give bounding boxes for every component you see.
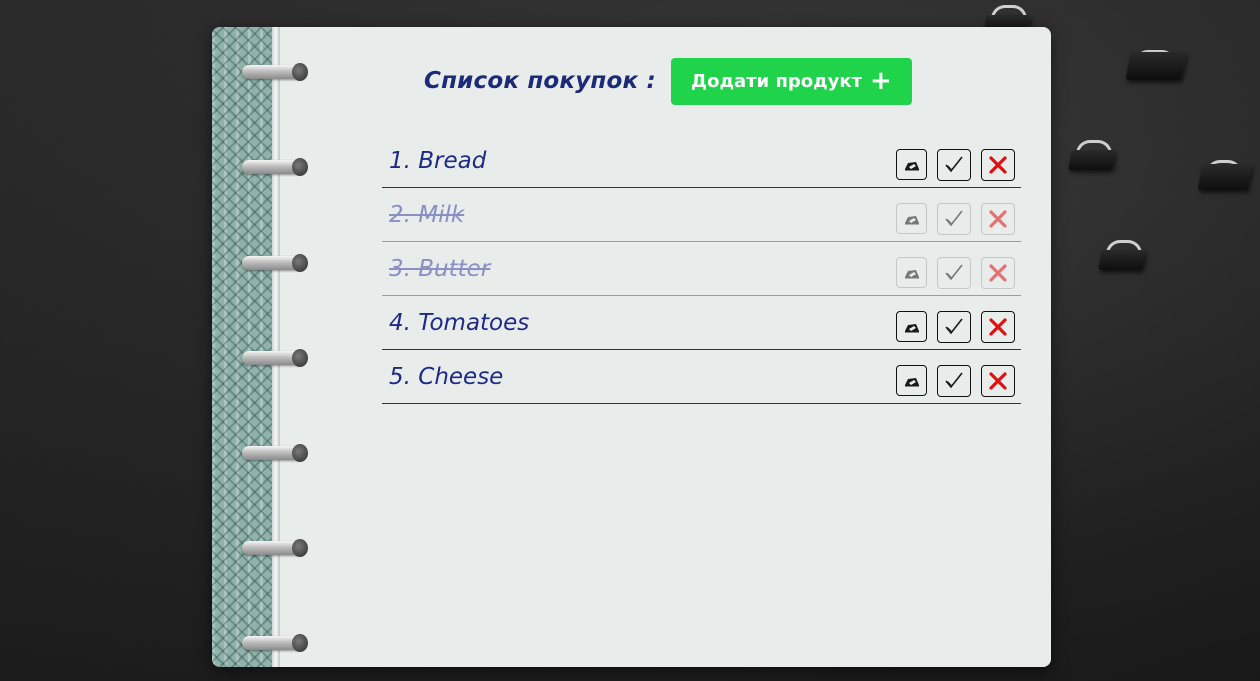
list-item: 3. Butter: [382, 242, 1021, 296]
close-icon: [989, 318, 1007, 336]
close-icon: [989, 264, 1007, 282]
edit-item-button[interactable]: [896, 149, 927, 180]
item-label: 2. Milk: [389, 202, 465, 228]
list-header: Список покупок : Додати продукт +: [424, 57, 912, 105]
complete-item-button[interactable]: [937, 257, 971, 289]
item-label: 1. Bread: [389, 148, 487, 174]
binding-ring: [242, 252, 308, 274]
close-icon: [989, 156, 1007, 174]
list-item: 2. Milk: [382, 188, 1021, 242]
binder-clip-decoration: [1068, 140, 1116, 170]
delete-item-button[interactable]: [981, 203, 1015, 235]
binding-ring: [242, 537, 308, 559]
edit-item-button[interactable]: [896, 257, 927, 288]
delete-item-button[interactable]: [981, 149, 1015, 181]
edit-item-button[interactable]: [896, 365, 927, 396]
notebook: Список покупок : Додати продукт + 1. Bre…: [212, 27, 1051, 667]
check-icon: [945, 372, 963, 389]
check-icon: [945, 210, 963, 227]
item-actions: [886, 311, 1015, 343]
delete-item-button[interactable]: [981, 257, 1015, 289]
add-product-button[interactable]: Додати продукт +: [670, 57, 912, 105]
binding-ring: [242, 442, 308, 464]
item-actions: [886, 365, 1015, 397]
edit-icon: [904, 377, 919, 386]
binding-ring: [242, 632, 308, 654]
list-item: 5. Cheese: [382, 350, 1021, 404]
binder-clip-decoration: [1197, 160, 1253, 190]
shopping-list: 1. Bread 2. Milk 3. Butter 4. Tomatoes 5…: [382, 134, 1021, 404]
complete-item-button[interactable]: [937, 149, 971, 181]
edit-icon: [904, 323, 919, 332]
page-title: Список покупок :: [424, 68, 656, 94]
binder-clip-decoration: [1125, 50, 1188, 80]
list-item: 1. Bread: [382, 134, 1021, 188]
binding-ring: [242, 61, 308, 83]
item-label: 4. Tomatoes: [389, 310, 530, 336]
list-item: 4. Tomatoes: [382, 296, 1021, 350]
binding-ring: [242, 347, 308, 369]
complete-item-button[interactable]: [937, 365, 971, 397]
edit-icon: [904, 215, 919, 224]
plus-icon: +: [870, 66, 892, 96]
check-icon: [945, 264, 963, 281]
check-icon: [945, 318, 963, 335]
item-actions: [886, 203, 1015, 235]
close-icon: [989, 372, 1007, 390]
edit-item-button[interactable]: [896, 203, 927, 234]
close-icon: [989, 210, 1007, 228]
check-icon: [945, 156, 963, 173]
item-label: 5. Cheese: [389, 364, 504, 390]
binding-ring: [242, 156, 308, 178]
add-product-label: Додати продукт: [691, 70, 863, 92]
delete-item-button[interactable]: [981, 311, 1015, 343]
binder-clip-decoration: [1098, 240, 1146, 270]
complete-item-button[interactable]: [937, 203, 971, 235]
delete-item-button[interactable]: [981, 365, 1015, 397]
item-actions: [886, 149, 1015, 181]
item-actions: [886, 257, 1015, 289]
edit-icon: [904, 269, 919, 278]
item-label: 3. Butter: [389, 256, 491, 282]
complete-item-button[interactable]: [937, 311, 971, 343]
edit-icon: [904, 161, 919, 170]
edit-item-button[interactable]: [896, 311, 927, 342]
